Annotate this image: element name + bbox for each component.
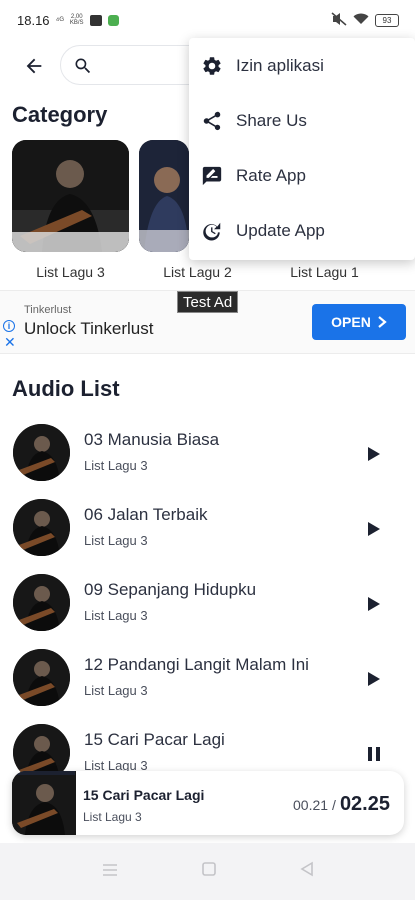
status-left: 18.16 ⁴ᴳ 2,00 KB/S: [17, 13, 119, 28]
menu-label: Update App: [236, 220, 325, 240]
play-icon: [368, 522, 380, 536]
gear-icon: [200, 54, 224, 78]
data-rate-unit: KB/S: [69, 20, 84, 26]
menu-item-rate-app[interactable]: Rate App: [189, 148, 415, 203]
track-subtitle: List Lagu 3: [84, 533, 148, 548]
play-icon: [368, 447, 380, 461]
whatsapp-icon: [107, 14, 119, 26]
elapsed-time: 00.21: [293, 797, 329, 813]
mini-player[interactable]: 15 Cari Pacar Lagi List Lagu 3 00.21 / 0…: [12, 771, 404, 835]
list-item[interactable]: 03 Manusia Biasa List Lagu 3: [0, 424, 415, 499]
search-icon: [73, 56, 93, 81]
battery-indicator: 93: [375, 13, 399, 27]
total-duration: 02.25: [339, 793, 390, 815]
info-icon[interactable]: i: [3, 320, 15, 332]
play-button[interactable]: [362, 517, 386, 541]
player-subtitle: List Lagu 3: [83, 810, 142, 824]
category-label: List Lagu 3: [36, 264, 105, 280]
category-thumbnail: [12, 140, 129, 252]
share-icon: [200, 109, 224, 133]
back-nav-icon[interactable]: [299, 861, 314, 882]
track-subtitle: List Lagu 3: [84, 683, 148, 698]
close-icon[interactable]: ✕: [4, 335, 16, 349]
menu-item-izin-aplikasi[interactable]: Izin aplikasi: [189, 38, 415, 93]
category-card[interactable]: List Lagu 3: [12, 140, 129, 280]
wifi-icon: [353, 13, 369, 28]
player-title: 15 Cari Pacar Lagi: [83, 787, 205, 803]
list-item[interactable]: 06 Jalan Terbaik List Lagu 3: [0, 499, 415, 574]
track-thumbnail: [13, 574, 70, 631]
rate-icon: [200, 164, 224, 188]
test-ad-tag: Test Ad: [177, 291, 239, 313]
list-item[interactable]: 12 Pandangi Langit Malam Ini List Lagu 3: [0, 649, 415, 724]
back-button[interactable]: [18, 50, 50, 82]
category-thumbnail: [139, 140, 189, 252]
arrow-back-icon: [26, 58, 42, 74]
menu-item-update-app[interactable]: Update App: [189, 203, 415, 258]
status-time: 18.16: [17, 12, 50, 28]
track-title: 12 Pandangi Langit Malam Ini: [84, 655, 309, 674]
menu-label: Rate App: [236, 165, 306, 185]
signal-icon: ⁴ᴳ: [55, 14, 64, 25]
status-right: 93: [331, 11, 399, 29]
mute-icon: [331, 11, 347, 29]
menu-label: Izin aplikasi: [236, 55, 324, 75]
overflow-menu: Izin aplikasi Share Us Rate App Update A…: [189, 38, 415, 260]
category-title: Category: [12, 102, 108, 127]
pause-icon: [368, 747, 380, 761]
menu-nav-icon[interactable]: [102, 863, 118, 881]
menu-label: Share Us: [236, 110, 307, 130]
audio-list-title: Audio List: [12, 376, 120, 401]
track-title: 09 Sepanjang Hidupku: [84, 580, 257, 599]
ad-open-label: OPEN: [331, 314, 371, 330]
list-item[interactable]: 09 Sepanjang Hidupku List Lagu 3: [0, 574, 415, 649]
track-subtitle: List Lagu 3: [84, 608, 148, 623]
data-rate: 2,00 KB/S: [70, 14, 84, 26]
track-title: 06 Jalan Terbaik: [84, 505, 208, 524]
player-thumbnail: [12, 771, 76, 835]
system-nav-bar: [0, 843, 415, 900]
play-button[interactable]: [362, 592, 386, 616]
image-icon: [89, 14, 102, 26]
track-title: 03 Manusia Biasa: [84, 430, 220, 449]
player-time: 00.21 / 02.25: [293, 793, 390, 816]
ad-brand: Tinkerlust: [24, 304, 72, 316]
track-thumbnail: [13, 424, 70, 481]
pause-button[interactable]: [362, 742, 386, 766]
update-icon: [200, 219, 224, 243]
ad-open-button[interactable]: OPEN: [312, 304, 406, 340]
category-label: List Lagu 2: [163, 264, 232, 280]
track-title: 15 Cari Pacar Lagi: [84, 730, 225, 749]
home-nav-icon[interactable]: [201, 861, 217, 882]
track-subtitle: List Lagu 3: [84, 458, 148, 473]
ad-headline: Unlock Tinkerlust: [24, 319, 154, 338]
track-thumbnail: [13, 499, 70, 556]
menu-item-share-us[interactable]: Share Us: [189, 93, 415, 148]
chevron-right-icon: [378, 316, 387, 328]
progress-bar[interactable]: [12, 771, 75, 775]
category-label: List Lagu 1: [290, 264, 359, 280]
play-button[interactable]: [362, 667, 386, 691]
play-icon: [368, 597, 380, 611]
play-icon: [368, 672, 380, 686]
play-button[interactable]: [362, 442, 386, 466]
track-thumbnail: [13, 649, 70, 706]
status-bar: 18.16 ⁴ᴳ 2,00 KB/S 93: [0, 0, 415, 40]
time-separator: /: [332, 797, 336, 813]
